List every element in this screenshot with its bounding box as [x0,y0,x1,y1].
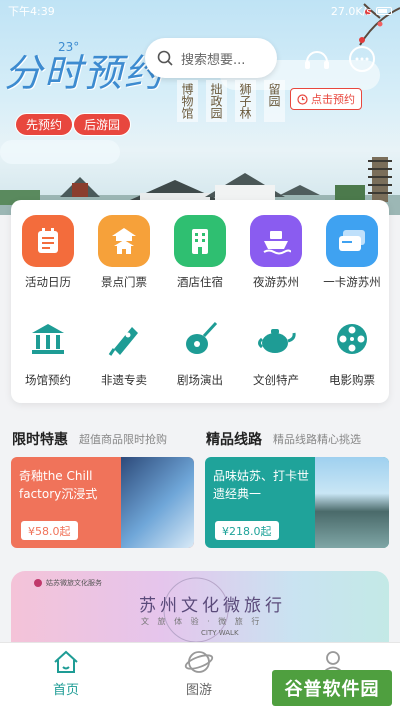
flash-sale-subtitle: 超值商品限时抢购 [79,433,167,446]
promo-title: 奇釉the Chill factory沉浸式 [19,469,98,501]
calendar-icon [22,215,74,267]
search-placeholder: 搜索想要... [181,52,246,68]
category-label: 剧场演出 [177,373,223,387]
banner-badge: CITY WALK [201,629,239,637]
network-speed: 27.0K/s [330,4,372,18]
category-suzhou-card[interactable]: 一卡游苏州 [315,215,389,290]
museum-icon [22,313,74,365]
banner-logo: 姑苏微旅文化服务 [33,578,102,588]
click-reserve-label: 点击预约 [311,93,355,106]
category-hotel[interactable]: 酒店住宿 [163,215,237,290]
logo-icon [34,579,42,587]
category-label: 电影购票 [329,373,375,387]
film-reel-icon [326,313,378,365]
category-panel: 活动日历 景点门票 酒店住宿 夜游苏州 一卡游苏州 场馆预约 非遗专卖 剧场演出… [11,200,389,403]
promo-title: 品味姑苏、打卡世遗经典一 [213,469,310,501]
boat-icon [250,215,302,267]
clock-icon [297,93,308,105]
hotel-icon [174,215,226,267]
routes-subtitle: 精品线路精心挑选 [273,433,361,446]
category-label: 活动日历 [25,275,71,289]
hero-title: 分时预约 [4,51,165,95]
banner-title: 苏州文化微旅行 [139,596,286,616]
message-icon[interactable] [345,42,379,76]
status-bar: 下午4:39 27.0K/s [0,0,400,22]
attraction-word: 狮子林 [235,80,256,122]
tag-visit-after: 后游园 [73,113,132,136]
category-venue-booking[interactable]: 场馆预约 [11,313,85,388]
category-label: 非遗专卖 [101,373,147,387]
category-movie-tickets[interactable]: 电影购票 [315,313,389,388]
routes-title: 精品线路 [206,432,262,448]
heritage-icon [98,313,150,365]
promo-card-chill-factory[interactable]: 奇釉the Chill factory沉浸式 ¥58.0起 [11,457,194,548]
attraction-word: 留园 [264,80,285,122]
category-label: 文创特产 [253,373,299,387]
tab-home-label: 首页 [52,683,79,698]
status-time: 下午4:39 [8,5,55,18]
tab-map-tour-label: 图游 [185,683,212,698]
banner-logo-text: 姑苏微旅文化服务 [46,579,102,587]
attraction-word: 拙政园 [206,80,227,122]
category-theater[interactable]: 剧场演出 [163,313,237,388]
search-input[interactable]: 搜索想要... [145,38,277,78]
battery-icon [376,7,392,15]
promo-image [315,457,389,548]
search-icon [157,50,173,66]
status-indicators: 27.0K/s [331,5,392,18]
teapot-icon [250,313,302,365]
promo-price: ¥218.0起 [215,521,279,540]
category-label: 景点门票 [101,275,147,289]
planet-icon [184,651,214,673]
promo-card-gusu-route[interactable]: 品味姑苏、打卡世遗经典一 ¥218.0起 [205,457,389,548]
home-icon [54,650,78,673]
promo-image [121,457,194,548]
category-creative-products[interactable]: 文创特产 [239,313,313,388]
pagoda-icon [98,215,150,267]
click-reserve-button[interactable]: 点击预约 [290,88,362,110]
category-scenic-tickets[interactable]: 景点门票 [87,215,161,290]
tab-home[interactable]: 首页 [36,649,96,698]
culture-tour-banner[interactable]: 姑苏微旅文化服务 苏州文化微旅行 文 旅 体 验 · 微 旅 行 CITY WA… [11,571,389,642]
customer-service-icon[interactable] [300,42,334,76]
card-icon [326,215,378,267]
promo-price: ¥58.0起 [21,521,78,540]
site-watermark: 谷普软件园 [272,670,392,706]
category-night-tour[interactable]: 夜游苏州 [239,215,313,290]
banner-subtitle: 文 旅 体 验 · 微 旅 行 [141,617,263,626]
attraction-word: 博物馆 [177,80,198,122]
tab-map-tour[interactable]: 图游 [169,649,229,698]
category-label: 酒店住宿 [177,275,223,289]
attraction-words: 博物馆 拙政园 狮子林 留园 [177,80,285,122]
category-activity-calendar[interactable]: 活动日历 [11,215,85,290]
pipa-icon [174,313,226,365]
category-heritage-store[interactable]: 非遗专卖 [87,313,161,388]
category-label: 一卡游苏州 [323,275,381,289]
category-label: 夜游苏州 [253,275,299,289]
hero-banner[interactable]: 下午4:39 27.0K/s 23° 分时预约 先预约 后游园 搜索想要... … [0,0,400,215]
category-label: 场馆预约 [25,373,71,387]
tag-reserve-first: 先预约 [15,113,74,136]
flash-sale-title: 限时特惠 [12,432,68,448]
